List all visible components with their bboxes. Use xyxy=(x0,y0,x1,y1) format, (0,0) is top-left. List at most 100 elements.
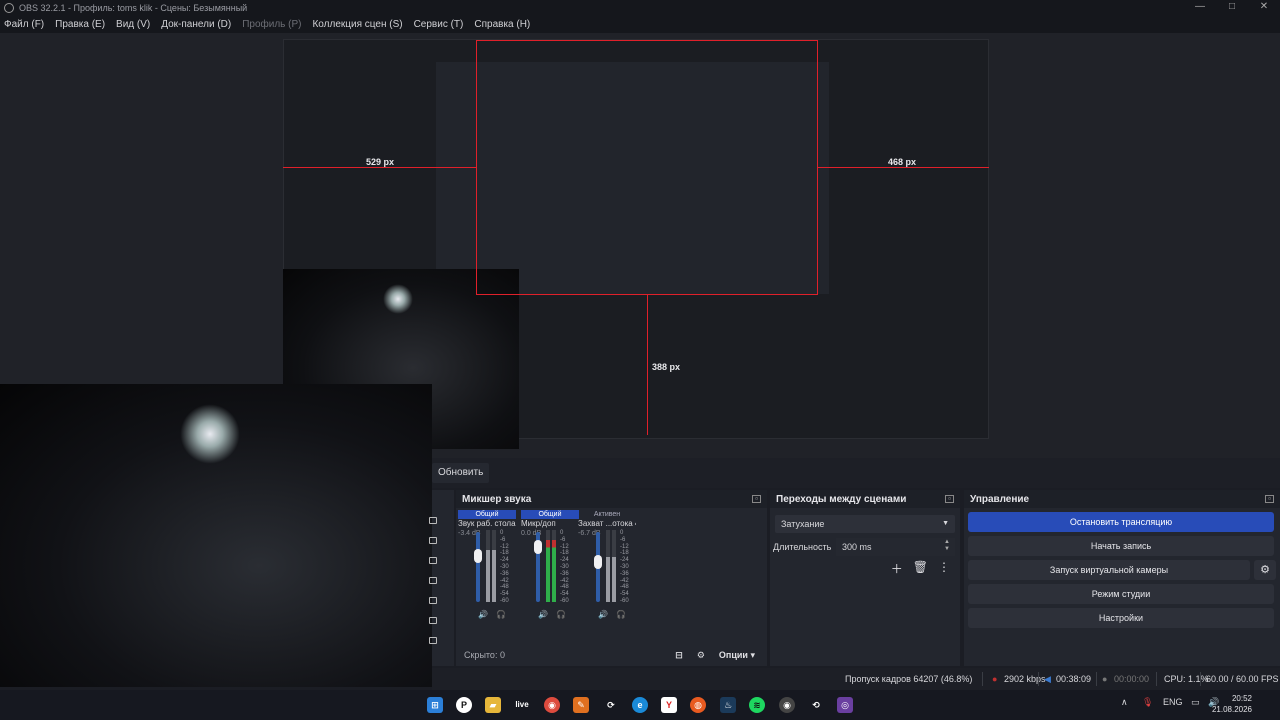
duration-input[interactable]: 300 ms ▲ ▼ xyxy=(836,538,955,556)
app-icon[interactable]: ⟲ xyxy=(808,697,824,713)
maximize-button[interactable]: □ xyxy=(1216,0,1248,16)
measure-label-left: 529 px xyxy=(366,157,395,167)
dock-title: Микшер звука xyxy=(462,493,532,505)
stream-status-icon: ● xyxy=(992,674,998,684)
stream-time: 00:38:09 xyxy=(1056,674,1092,684)
rec-time: 00:00:00 xyxy=(1114,674,1150,684)
channel-name[interactable]: Звук раб. стола xyxy=(458,519,516,528)
fader-knob[interactable] xyxy=(474,548,482,563)
obs-app-icon xyxy=(4,3,14,13)
fader-knob[interactable] xyxy=(594,554,602,569)
channel-name[interactable]: Захват ...отока 4 xyxy=(578,519,636,528)
refresh-button[interactable]: Обновить xyxy=(432,463,490,483)
yandex-icon[interactable]: Y xyxy=(661,697,677,713)
undock-icon[interactable]: ▫ xyxy=(752,495,761,503)
selection-box[interactable] xyxy=(476,40,818,295)
clock[interactable]: 20:52 21.08.2026 xyxy=(1212,693,1252,715)
menu-docks[interactable]: Док-панели (D) xyxy=(161,19,231,30)
start-recording-button[interactable]: Начать запись xyxy=(968,536,1274,556)
app-icon[interactable]: P xyxy=(456,697,472,713)
app-icon[interactable]: ✎ xyxy=(573,697,589,713)
lock-icon[interactable] xyxy=(429,597,437,604)
scene-transitions-dock: Переходы между сценами ▫ Затухание ▼ Дли… xyxy=(770,490,960,666)
tray-chevron-icon[interactable]: ∧ xyxy=(1121,697,1128,708)
lock-icon[interactable] xyxy=(429,637,437,644)
transition-select[interactable]: Затухание ▼ xyxy=(775,515,955,533)
channel-name[interactable]: Микр/доп xyxy=(521,519,579,528)
menu-edit[interactable]: Правка (E) xyxy=(55,19,105,30)
volume-fader[interactable] xyxy=(476,532,480,602)
lock-icon[interactable] xyxy=(429,557,437,564)
monitor-icon[interactable]: 🎧 xyxy=(556,610,566,619)
channel-tag: Активен xyxy=(593,511,621,518)
db-scale-tick: -6 xyxy=(560,536,566,543)
lock-icon[interactable] xyxy=(429,537,437,544)
undock-icon[interactable]: ▫ xyxy=(1265,495,1274,503)
studio-mode-button[interactable]: Режим студии xyxy=(968,584,1274,604)
minimize-button[interactable]: — xyxy=(1184,0,1216,16)
firefox-icon[interactable]: ◍ xyxy=(690,697,706,713)
live-icon[interactable]: live xyxy=(514,697,530,713)
menu-profile[interactable]: Профиль (P) xyxy=(242,19,301,30)
channel-db: 0.0 dB xyxy=(521,530,542,537)
menu-tools[interactable]: Сервис (T) xyxy=(414,19,464,30)
steam-icon[interactable]: ♨ xyxy=(720,697,736,713)
menu-view[interactable]: Вид (V) xyxy=(116,19,150,30)
monitor-icon[interactable]: 🎧 xyxy=(496,610,506,619)
db-scale-tick: -42 xyxy=(500,577,509,584)
chrome-icon[interactable]: ◉ xyxy=(779,697,795,713)
menu-scene-collection[interactable]: Коллекция сцен (S) xyxy=(312,19,402,30)
measure-line-left xyxy=(283,167,476,168)
edge-icon[interactable]: e xyxy=(632,697,648,713)
close-button[interactable]: ✕ xyxy=(1248,0,1280,16)
windows-start-icon[interactable]: ⊞ xyxy=(427,697,443,713)
layout-toggle-icon[interactable]: ⊟ xyxy=(675,650,683,661)
trash-icon[interactable]: 🗑 xyxy=(913,560,928,577)
db-scale-tick: -54 xyxy=(560,591,569,598)
db-scale-tick: -30 xyxy=(500,563,509,570)
language-indicator[interactable]: ENG xyxy=(1163,697,1183,707)
advanced-audio-icon[interactable]: ⚙ xyxy=(697,650,705,661)
db-scale-tick: -24 xyxy=(620,557,629,564)
folder-icon[interactable]: ▰ xyxy=(485,697,501,713)
lock-icon[interactable] xyxy=(429,517,437,524)
spin-arrows-icon[interactable]: ▲ ▼ xyxy=(944,539,950,553)
mic-icon[interactable]: 🎙 xyxy=(1142,697,1153,708)
lock-icon[interactable] xyxy=(429,577,437,584)
mute-icon[interactable]: 🔊 xyxy=(538,610,548,619)
menu-file[interactable]: Файл (F) xyxy=(4,19,44,30)
level-meter-fill xyxy=(612,557,616,602)
monitor-icon[interactable]: 🎧 xyxy=(616,610,626,619)
menu-help[interactable]: Справка (H) xyxy=(474,19,530,30)
mute-icon[interactable]: 🔊 xyxy=(598,610,608,619)
more-icon[interactable]: ⋮ xyxy=(938,560,950,577)
menu-bar: Файл (F) Правка (E) Вид (V) Док-панели (… xyxy=(0,16,1280,33)
db-scale-tick: -12 xyxy=(560,543,569,550)
options-button[interactable]: Опции ▾ xyxy=(719,650,755,661)
spotify-icon[interactable]: ≋ xyxy=(749,697,765,713)
cpu-usage: CPU: 1.1% xyxy=(1164,674,1209,684)
fader-knob[interactable] xyxy=(534,540,542,555)
gear-icon[interactable]: ⚙ xyxy=(1254,560,1276,580)
db-scale-tick: 0 xyxy=(560,530,564,536)
lock-icon[interactable] xyxy=(429,617,437,624)
db-scale: 0 -6 -12 -18 -24 -30 -36 -42 -48 -54 -60 xyxy=(620,530,629,605)
mute-icon[interactable]: 🔊 xyxy=(478,610,488,619)
level-meter xyxy=(612,530,616,602)
level-meter-fill xyxy=(492,550,496,602)
dock-header: Микшер звука ▫ xyxy=(456,490,767,508)
undock-icon[interactable]: ▫ xyxy=(945,495,954,503)
db-scale-tick: -42 xyxy=(560,577,569,584)
virtual-camera-button[interactable]: Запуск виртуальной камеры xyxy=(968,560,1250,580)
stop-stream-button[interactable]: Остановить трансляцию xyxy=(968,512,1274,532)
network-icon[interactable]: ▭ xyxy=(1191,697,1200,708)
obs-taskbar-icon[interactable]: ◎ xyxy=(837,697,853,713)
chrome-icon[interactable]: ◉ xyxy=(544,697,560,713)
settings-button[interactable]: Настройки xyxy=(968,608,1274,628)
db-scale-tick: -6 xyxy=(620,536,626,543)
app-icon[interactable]: ⟳ xyxy=(603,697,619,713)
webcam-source xyxy=(0,384,432,687)
taskbar: ⊞ P ▰ live ◉ ✎ ⟳ e Y ◍ ♨ ≋ ◉ ⟲ ◎ ∧ 🎙 ENG… xyxy=(0,690,1280,720)
divider xyxy=(1200,672,1201,686)
add-icon[interactable]: ＋ xyxy=(891,560,903,577)
